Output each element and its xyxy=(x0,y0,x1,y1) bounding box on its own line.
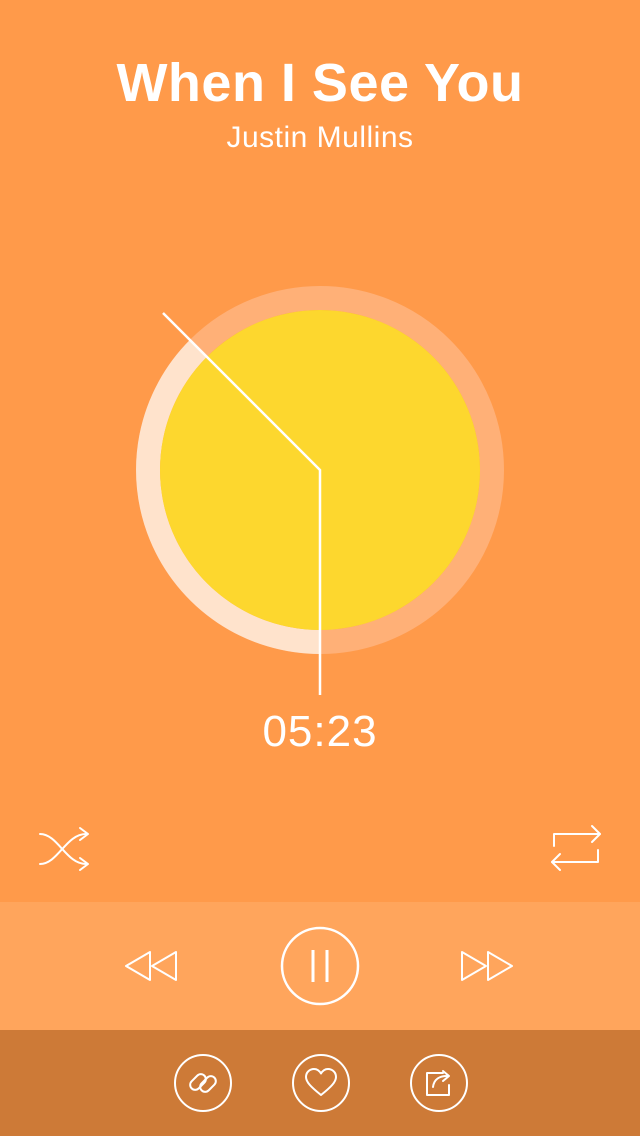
share-button[interactable] xyxy=(409,1053,469,1113)
pause-icon xyxy=(311,950,329,982)
like-button[interactable] xyxy=(291,1053,351,1113)
elapsed-time: 05:23 xyxy=(262,707,378,756)
progress-dial[interactable] xyxy=(0,0,640,720)
link-button[interactable] xyxy=(173,1053,233,1113)
link-icon xyxy=(189,1073,217,1093)
share-icon xyxy=(426,1070,450,1096)
heart-icon xyxy=(305,1068,337,1096)
pause-button[interactable] xyxy=(280,926,360,1006)
shuffle-icon[interactable] xyxy=(34,818,94,878)
fast-forward-icon[interactable] xyxy=(456,946,520,986)
playback-controls xyxy=(0,902,640,1030)
bottom-action-bar xyxy=(0,1030,640,1136)
repeat-icon[interactable] xyxy=(546,818,606,878)
rewind-icon[interactable] xyxy=(120,946,184,986)
